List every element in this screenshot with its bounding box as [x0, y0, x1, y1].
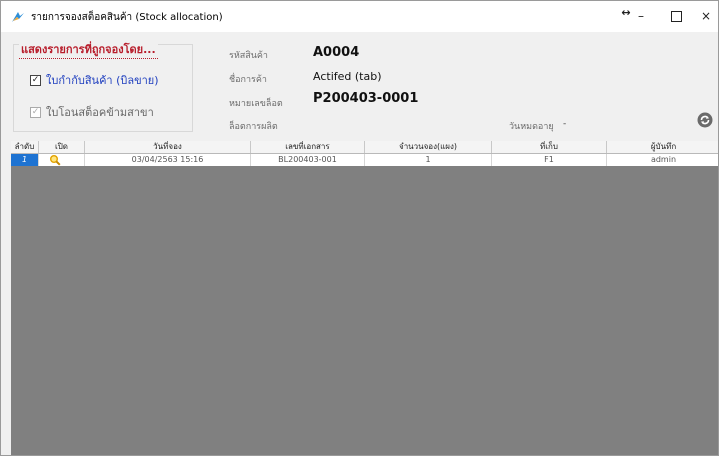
product-name-label: ชื่อการค้า [229, 75, 267, 85]
col-header-location[interactable]: ที่เก็บ [492, 141, 607, 153]
grid-header: ลำดับ เปิด วันที่จอง เลขที่เอกสาร จำนวนจ… [11, 141, 718, 154]
transfer-checkbox-option: ✓ ใบโอนสต็อคข้ามสาขา [30, 103, 154, 121]
allocation-grid[interactable]: ลำดับ เปิด วันที่จอง เลขที่เอกสาร จำนวนจ… [11, 141, 718, 455]
cell-open[interactable] [39, 154, 85, 166]
search-icon[interactable] [49, 154, 61, 166]
window-title: รายการจองสต็อคสินค้า (Stock allocation) [31, 12, 223, 23]
production-lot-label: ล็อตการผลิต [229, 122, 278, 132]
product-code-value: A0004 [313, 45, 360, 60]
col-header-open[interactable]: เปิด [39, 141, 85, 153]
lot-no-label: หมายเลขล็อต [229, 99, 283, 109]
invoice-checkbox-option[interactable]: ✓ ใบกำกับสินค้า (บิลขาย) [30, 71, 159, 89]
product-code-label: รหัสสินค้า [229, 51, 268, 61]
cell-qty[interactable]: 1 [365, 154, 492, 166]
transfer-option-label: ใบโอนสต็อคข้ามสาขา [46, 106, 154, 119]
col-header-qty[interactable]: จำนวนจอง(แผง) [365, 141, 492, 153]
refresh-icon[interactable] [697, 112, 713, 128]
col-header-no[interactable]: ลำดับ [11, 141, 39, 153]
cell-doc-no[interactable]: BL200403-001 [251, 154, 365, 166]
expiry-value: - [563, 119, 567, 129]
minimize-button[interactable]: – [626, 1, 656, 32]
product-name-value: Actifed (tab) [313, 70, 382, 83]
cell-location[interactable]: F1 [492, 154, 607, 166]
cell-no[interactable]: 1 [11, 154, 39, 166]
checkbox-disabled-icon: ✓ [30, 106, 41, 118]
col-header-date[interactable]: วันที่จอง [85, 141, 251, 153]
filter-group-title: แสดงรายการที่ถูกจองโดย... [19, 40, 158, 59]
lot-no-value: P200403-0001 [313, 91, 419, 106]
checkbox-checked-icon[interactable]: ✓ [30, 74, 41, 86]
filter-groupbox: แสดงรายการที่ถูกจองโดย... ✓ ใบกำกับสินค้า… [13, 40, 193, 132]
cell-user[interactable]: admin [607, 154, 718, 166]
title-bar[interactable]: รายการจองสต็อคสินค้า (Stock allocation) … [1, 1, 718, 32]
cell-date[interactable]: 03/04/2563 15:16 [85, 154, 251, 166]
close-button[interactable]: × [691, 1, 718, 32]
invoice-option-label: ใบกำกับสินค้า (บิลขาย) [46, 74, 159, 87]
stock-allocation-window: รายการจองสต็อคสินค้า (Stock allocation) … [0, 0, 719, 456]
header-panel: แสดงรายการที่ถูกจองโดย... ✓ ใบกำกับสินค้า… [1, 32, 718, 140]
table-row[interactable]: 1 03/04/2563 15:16 BL200403-001 1 F1 adm… [11, 154, 718, 166]
col-header-doc-no[interactable]: เลขที่เอกสาร [251, 141, 365, 153]
expiry-label: วันหมดอายุ [509, 122, 554, 132]
col-header-user[interactable]: ผู้บันทึก [607, 141, 718, 153]
maximize-button[interactable] [661, 1, 691, 32]
maximize-icon [670, 11, 682, 22]
app-icon [12, 12, 24, 22]
